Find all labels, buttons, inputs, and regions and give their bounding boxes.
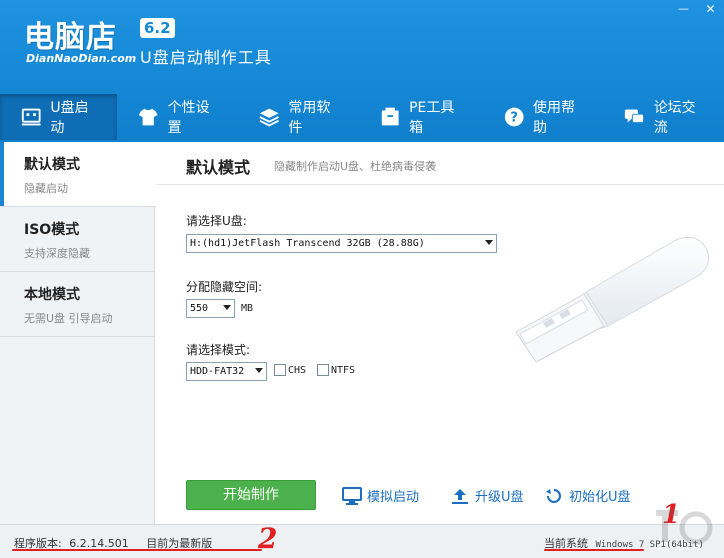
app-slogan: U盘启动制作工具 bbox=[140, 48, 272, 67]
initialize-usb-button[interactable]: 初始化U盘 bbox=[544, 486, 631, 505]
app-window: 电脑店 6.2 DianNaoDian.com U盘启动制作工具 — ✕ U盘启… bbox=[0, 0, 724, 558]
tab-label: U盘启动 bbox=[50, 100, 89, 136]
usb-drive-icon bbox=[21, 108, 41, 126]
sidebar-item-iso-mode[interactable]: ISO模式 支持深度隐藏 bbox=[0, 207, 154, 272]
layers-icon bbox=[259, 108, 279, 127]
logo-version-badge: 6.2 bbox=[140, 18, 175, 38]
tab-label: 常用软件 bbox=[288, 100, 331, 136]
monitor-icon bbox=[342, 486, 362, 505]
main-panel: 默认模式 隐藏制作启动U盘、杜绝病毒侵袭 请选择U盘: H:(hd1)JetFl… bbox=[156, 142, 724, 524]
annotation-underline bbox=[12, 549, 262, 551]
watermark-logo bbox=[656, 510, 713, 545]
window-controls: — ✕ bbox=[670, 0, 724, 20]
hidden-space-select[interactable]: 550 bbox=[186, 299, 235, 318]
page-description: 隐藏制作启动U盘、杜绝病毒侵袭 bbox=[274, 160, 437, 173]
initialize-usb-label: 初始化U盘 bbox=[569, 490, 631, 505]
chevron-down-icon bbox=[485, 240, 493, 245]
box-icon bbox=[381, 107, 399, 126]
checkbox-box bbox=[317, 364, 329, 376]
disk-select[interactable]: H:(hd1)JetFlash Transcend 32GB (28.88G) bbox=[186, 234, 497, 253]
shirt-icon bbox=[139, 108, 158, 126]
sidebar-item-subtitle: 支持深度隐藏 bbox=[24, 247, 90, 260]
annotation-number: 2 bbox=[258, 522, 278, 555]
tab-usb-boot[interactable]: U盘启动 bbox=[0, 94, 118, 140]
usb-drive-illustration bbox=[515, 236, 710, 362]
logo-domain: DianNaoDian.com bbox=[26, 52, 137, 65]
tab-common-software[interactable]: 常用软件 bbox=[238, 94, 359, 140]
mode-sidebar: 默认模式 隐藏启动 ISO模式 支持深度隐藏 本地模式 无需U盘 引导启动 bbox=[0, 142, 156, 524]
mode-select-value: HDD-FAT32 bbox=[190, 366, 245, 377]
tab-help[interactable]: ? 使用帮助 bbox=[483, 94, 604, 140]
hidden-space-label: 分配隐藏空间: bbox=[186, 280, 263, 294]
tab-personalize[interactable]: 个性设置 bbox=[117, 94, 238, 140]
status-bar: 程序版本: 6.2.14.501 目前为最新版 当前系统 Windows 7 S… bbox=[0, 524, 724, 558]
upload-icon bbox=[452, 488, 468, 504]
ntfs-checkbox-label: NTFS bbox=[331, 364, 356, 376]
ntfs-checkbox[interactable]: NTFS bbox=[317, 364, 355, 376]
annotation-underline bbox=[544, 549, 644, 551]
tab-label: 使用帮助 bbox=[532, 100, 575, 136]
minimize-button[interactable]: — bbox=[670, 0, 697, 20]
sidebar-item-title: 默认模式 bbox=[24, 157, 80, 173]
chs-checkbox[interactable]: CHS bbox=[274, 364, 306, 376]
tab-pe-toolbox[interactable]: PE工具箱 bbox=[359, 94, 483, 140]
chevron-down-icon bbox=[223, 305, 231, 310]
chat-icon bbox=[625, 109, 645, 124]
main-nav: U盘启动 个性设置 常用软件 PE工具箱 ? 使用帮助 论坛交流 bbox=[0, 94, 724, 140]
chs-checkbox-label: CHS bbox=[288, 364, 307, 376]
hidden-space-value: 550 bbox=[190, 303, 209, 314]
disk-select-value: H:(hd1)JetFlash Transcend 32GB (28.88G) bbox=[190, 238, 425, 249]
upgrade-usb-label: 升级U盘 bbox=[475, 490, 524, 505]
sidebar-item-subtitle: 无需U盘 引导启动 bbox=[24, 312, 113, 325]
select-mode-label: 请选择模式: bbox=[186, 343, 251, 357]
sidebar-item-local-mode[interactable]: 本地模式 无需U盘 引导启动 bbox=[0, 272, 154, 337]
tab-label: PE工具箱 bbox=[409, 100, 455, 136]
sidebar-item-default-mode[interactable]: 默认模式 隐藏启动 bbox=[0, 142, 156, 207]
logo-title: 电脑店 bbox=[24, 20, 117, 55]
divider bbox=[156, 184, 724, 185]
sidebar-item-subtitle: 隐藏启动 bbox=[24, 182, 68, 195]
select-disk-label: 请选择U盘: bbox=[186, 214, 247, 228]
tab-label: 个性设置 bbox=[167, 100, 210, 136]
sidebar-item-title: 本地模式 bbox=[24, 287, 80, 303]
tab-label: 论坛交流 bbox=[653, 100, 696, 136]
page-title: 默认模式 bbox=[186, 158, 251, 177]
simulate-boot-button[interactable]: 模拟启动 bbox=[342, 486, 419, 505]
sidebar-item-title: ISO模式 bbox=[24, 222, 80, 238]
chevron-down-icon bbox=[255, 368, 263, 373]
reset-icon bbox=[546, 488, 561, 503]
help-icon: ? bbox=[504, 107, 524, 127]
mode-select[interactable]: HDD-FAT32 bbox=[186, 362, 267, 381]
checkbox-box bbox=[274, 364, 286, 376]
hidden-space-unit: MB bbox=[241, 303, 254, 314]
start-create-button[interactable]: 开始制作 bbox=[186, 480, 316, 510]
upgrade-usb-button[interactable]: 升级U盘 bbox=[450, 486, 524, 505]
header: 电脑店 6.2 DianNaoDian.com U盘启动制作工具 — ✕ U盘启… bbox=[0, 0, 724, 142]
svg-text:?: ? bbox=[510, 111, 518, 126]
close-button[interactable]: ✕ bbox=[697, 0, 724, 20]
tab-forum[interactable]: 论坛交流 bbox=[603, 94, 724, 140]
simulate-boot-label: 模拟启动 bbox=[367, 490, 420, 505]
